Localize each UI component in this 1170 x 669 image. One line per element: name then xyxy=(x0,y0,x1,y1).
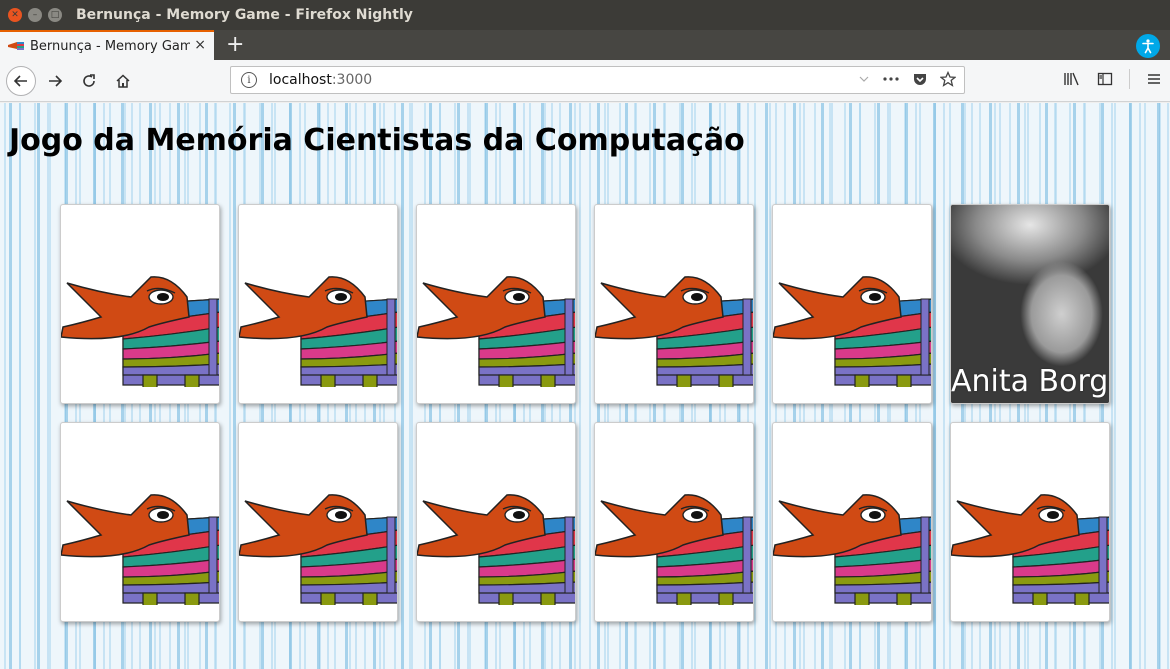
memory-card[interactable] xyxy=(594,204,754,404)
tab-label: Bernunça - Memory Game xyxy=(30,38,190,54)
tab-active[interactable]: Bernunça - Memory Game × xyxy=(0,30,214,60)
memory-card[interactable] xyxy=(416,422,576,622)
bernunca-favicon-icon xyxy=(8,42,24,50)
new-tab-button[interactable]: + xyxy=(226,30,244,60)
memory-card[interactable] xyxy=(238,204,398,404)
bookmark-star-icon[interactable] xyxy=(940,71,956,87)
reload-button[interactable] xyxy=(74,66,104,96)
bernunca-card-back-icon xyxy=(773,267,932,387)
memory-card-revealed[interactable]: Anita Borg xyxy=(950,204,1110,404)
accessibility-icon[interactable] xyxy=(1136,34,1160,58)
page-title: Jogo da Memória Cientistas da Computação xyxy=(9,123,745,158)
memory-card[interactable] xyxy=(60,422,220,622)
home-button[interactable] xyxy=(108,66,138,96)
bernunca-card-back-icon xyxy=(239,485,398,605)
forward-arrow-icon xyxy=(49,74,63,87)
window-close-button[interactable]: ✕ xyxy=(8,8,22,22)
tab-close-icon[interactable]: × xyxy=(194,37,206,53)
bernunca-card-back-icon xyxy=(595,267,754,387)
bernunca-card-back-icon xyxy=(595,485,754,605)
url-text[interactable]: localhost:3000 xyxy=(269,72,372,88)
home-icon xyxy=(116,73,130,88)
dropdown-chevron-icon[interactable] xyxy=(858,73,870,85)
memory-card[interactable] xyxy=(772,422,932,622)
bernunca-card-back-icon xyxy=(417,485,576,605)
bernunca-card-back-icon xyxy=(951,485,1110,605)
memory-card[interactable] xyxy=(772,204,932,404)
window-title-bar: ✕ – □ Bernunça - Memory Game - Firefox N… xyxy=(0,0,1170,30)
bernunca-card-back-icon xyxy=(239,267,398,387)
window-title: Bernunça - Memory Game - Firefox Nightly xyxy=(76,7,413,23)
navigation-toolbar: i localhost:3000 xyxy=(0,60,1170,102)
memory-card[interactable] xyxy=(594,422,754,622)
bernunca-card-back-icon xyxy=(61,267,220,387)
bernunca-card-back-icon xyxy=(417,267,576,387)
memory-card[interactable] xyxy=(950,422,1110,622)
page-content: Jogo da Memória Cientistas da Computação xyxy=(0,103,1170,669)
scientist-name: Anita Borg xyxy=(951,364,1109,399)
window-maximize-button[interactable]: □ xyxy=(48,8,62,22)
reload-icon xyxy=(83,73,95,87)
bernunca-card-back-icon xyxy=(61,485,220,605)
url-host: localhost xyxy=(269,72,332,88)
back-arrow-icon xyxy=(13,74,27,87)
tab-strip: Bernunça - Memory Game × + xyxy=(0,30,1170,60)
page-actions-icon[interactable] xyxy=(882,73,900,85)
pocket-icon[interactable] xyxy=(912,71,928,87)
hamburger-menu-icon[interactable] xyxy=(1146,71,1162,87)
library-icon[interactable] xyxy=(1063,71,1081,87)
site-info-icon[interactable]: i xyxy=(241,72,257,88)
sidebar-icon[interactable] xyxy=(1097,71,1113,87)
back-button[interactable] xyxy=(6,65,36,96)
forward-button[interactable] xyxy=(40,66,70,96)
memory-card[interactable] xyxy=(238,422,398,622)
url-bar[interactable]: i localhost:3000 xyxy=(230,66,965,94)
memory-card[interactable] xyxy=(416,204,576,404)
window-minimize-button[interactable]: – xyxy=(28,8,42,22)
bernunca-card-back-icon xyxy=(773,485,932,605)
url-port: :3000 xyxy=(331,72,373,88)
memory-card[interactable] xyxy=(60,204,220,404)
